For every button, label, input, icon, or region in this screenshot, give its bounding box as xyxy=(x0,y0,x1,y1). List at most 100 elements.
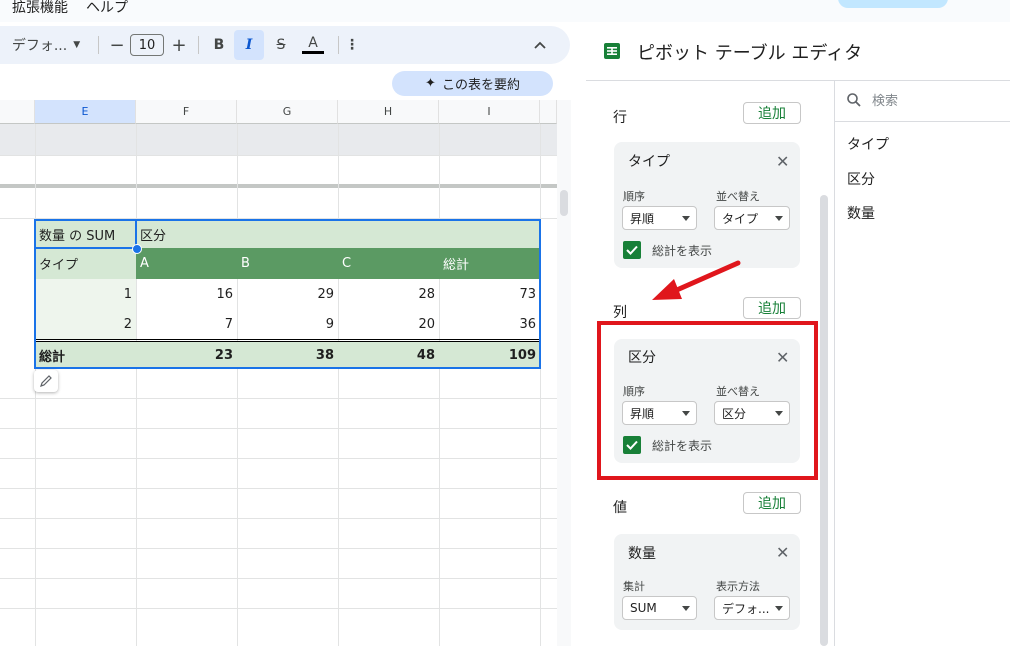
pivot-col-label[interactable]: C xyxy=(338,248,439,279)
column-header-prev[interactable] xyxy=(0,100,35,124)
bold-button[interactable]: B xyxy=(206,26,232,64)
row-order-label: 順序 xyxy=(623,190,645,203)
search-divider xyxy=(835,121,1010,122)
more-options-icon[interactable]: ⋮ xyxy=(342,26,362,64)
row-sort-value: タイプ xyxy=(722,211,759,226)
menu-extensions[interactable]: 拡張機能 xyxy=(12,0,68,17)
add-row-button[interactable]: 追加 xyxy=(743,102,801,124)
column-header-e[interactable]: E xyxy=(35,100,136,124)
grid-line xyxy=(0,458,557,459)
row-sort-label: 並べ替え xyxy=(716,190,760,203)
row-show-total-checkbox[interactable] xyxy=(623,241,641,259)
pivot-row-key[interactable]: 1 xyxy=(35,279,136,309)
share-button[interactable] xyxy=(838,0,948,8)
column-show-total-checkbox[interactable] xyxy=(623,436,641,454)
close-icon[interactable]: ✕ xyxy=(776,348,789,367)
pivot-row-key[interactable]: 2 xyxy=(35,309,136,339)
field-list-item[interactable]: タイプ xyxy=(847,134,889,154)
toolbar-divider xyxy=(198,36,199,54)
font-family-select[interactable]: デフォ... ▼ xyxy=(6,26,86,64)
column-order-select[interactable]: 昇順 xyxy=(622,401,697,425)
font-size-increase-button[interactable]: + xyxy=(168,26,190,64)
pivot-value-cell[interactable]: 73 xyxy=(439,279,540,309)
close-icon[interactable]: ✕ xyxy=(776,543,789,562)
value-display-label: 表示方法 xyxy=(716,580,760,593)
pivot-value-cell[interactable]: 28 xyxy=(338,279,439,309)
pivot-value-cell[interactable]: 29 xyxy=(237,279,338,309)
field-search-input[interactable]: 検索 xyxy=(872,90,898,109)
collapse-toolbar-icon[interactable] xyxy=(528,26,552,64)
column-sort-label: 並べ替え xyxy=(716,385,760,398)
vertical-scrollbar-thumb[interactable] xyxy=(560,190,568,216)
pivot-column-field-cell[interactable]: 区分 xyxy=(136,220,540,248)
row-order-select[interactable]: 昇順 xyxy=(622,206,697,230)
pivot-total-value[interactable]: 23 xyxy=(136,342,237,368)
freeze-divider[interactable] xyxy=(0,184,557,188)
font-size-input[interactable]: 10 xyxy=(130,26,164,64)
add-column-button[interactable]: 追加 xyxy=(743,297,801,319)
frozen-row-band xyxy=(0,124,557,155)
grid-line xyxy=(338,124,339,646)
column-sort-value: 区分 xyxy=(722,406,747,421)
pivot-total-value[interactable]: 109 xyxy=(439,342,540,368)
sheets-icon xyxy=(603,42,621,60)
grid-line xyxy=(0,428,557,429)
font-family-value: デフォ... xyxy=(11,38,68,54)
fill-handle[interactable] xyxy=(132,244,142,254)
sparkle-icon: ✦ xyxy=(425,76,436,91)
pivot-total-value[interactable]: 38 xyxy=(237,342,338,368)
pivot-value-cell[interactable]: 20 xyxy=(338,309,439,339)
pivot-col-label[interactable]: A xyxy=(136,248,237,279)
pencil-icon xyxy=(40,375,52,387)
pivot-value-cell[interactable]: 16 xyxy=(136,279,237,309)
panel-column-divider xyxy=(834,81,835,646)
pivot-row-field-cell[interactable]: タイプ xyxy=(35,248,136,279)
pivot-table[interactable]: 数量 の SUM 区分 タイプ A B C 総計 1 16 29 28 73 2… xyxy=(34,219,541,369)
toolbar: デフォ... ▼ − 10 + B I S A ⋮ xyxy=(0,26,570,64)
value-agg-select[interactable]: SUM xyxy=(622,596,697,620)
column-show-total-label: 総計を表示 xyxy=(652,439,713,453)
chevron-down-icon xyxy=(775,606,783,611)
column-header-next[interactable] xyxy=(540,100,557,124)
values-section-label: 値 xyxy=(613,500,627,516)
value-display-select[interactable]: デフォ... xyxy=(714,596,790,620)
row-sort-select[interactable]: タイプ xyxy=(714,206,790,230)
chevron-down-icon: ▼ xyxy=(73,40,81,50)
pivot-value-cell[interactable]: 9 xyxy=(237,309,338,339)
pivot-total-label[interactable]: 総計 xyxy=(35,342,136,368)
menu-help[interactable]: ヘルプ xyxy=(86,0,128,17)
check-icon xyxy=(626,440,638,450)
font-size-decrease-button[interactable]: − xyxy=(108,26,126,64)
value-agg-label: 集計 xyxy=(623,580,645,593)
pivot-title-cell[interactable]: 数量 の SUM xyxy=(35,220,136,248)
italic-button[interactable]: I xyxy=(234,30,264,60)
close-icon[interactable]: ✕ xyxy=(776,152,789,171)
pivot-column-field: 区分 xyxy=(140,228,167,244)
grid-line xyxy=(0,155,557,156)
toolbar-divider xyxy=(98,36,99,54)
field-list-item[interactable]: 数量 xyxy=(847,203,875,223)
panel-scrollbar-thumb[interactable] xyxy=(820,195,828,646)
pivot-value-cell[interactable]: 7 xyxy=(136,309,237,339)
grid-line xyxy=(0,608,557,609)
column-header-h[interactable]: H xyxy=(338,100,439,124)
field-list-item[interactable]: 区分 xyxy=(847,169,875,189)
strikethrough-button[interactable]: S xyxy=(268,26,294,64)
grid-line xyxy=(0,578,557,579)
column-header-f[interactable]: F xyxy=(136,100,237,124)
pivot-col-label[interactable]: 総計 xyxy=(439,248,540,279)
pivot-total-value[interactable]: 48 xyxy=(338,342,439,368)
pivot-col-label[interactable]: B xyxy=(237,248,338,279)
edit-pivot-button[interactable] xyxy=(34,370,58,392)
column-header-g[interactable]: G xyxy=(237,100,338,124)
text-color-button[interactable]: A xyxy=(298,26,328,64)
chevron-down-icon xyxy=(682,606,690,611)
pivot-value-cell[interactable]: 36 xyxy=(439,309,540,339)
summarize-table-chip[interactable]: ✦ この表を要約 xyxy=(392,71,553,96)
column-header-i[interactable]: I xyxy=(439,100,540,124)
grid-line xyxy=(0,488,557,489)
add-value-button[interactable]: 追加 xyxy=(743,492,801,514)
spreadsheet-grid[interactable]: E F G H I 数量 の SUM 区分 タイプ A B C 総計 1 16 … xyxy=(0,100,557,646)
font-size-value: 10 xyxy=(130,34,164,56)
column-sort-select[interactable]: 区分 xyxy=(714,401,790,425)
